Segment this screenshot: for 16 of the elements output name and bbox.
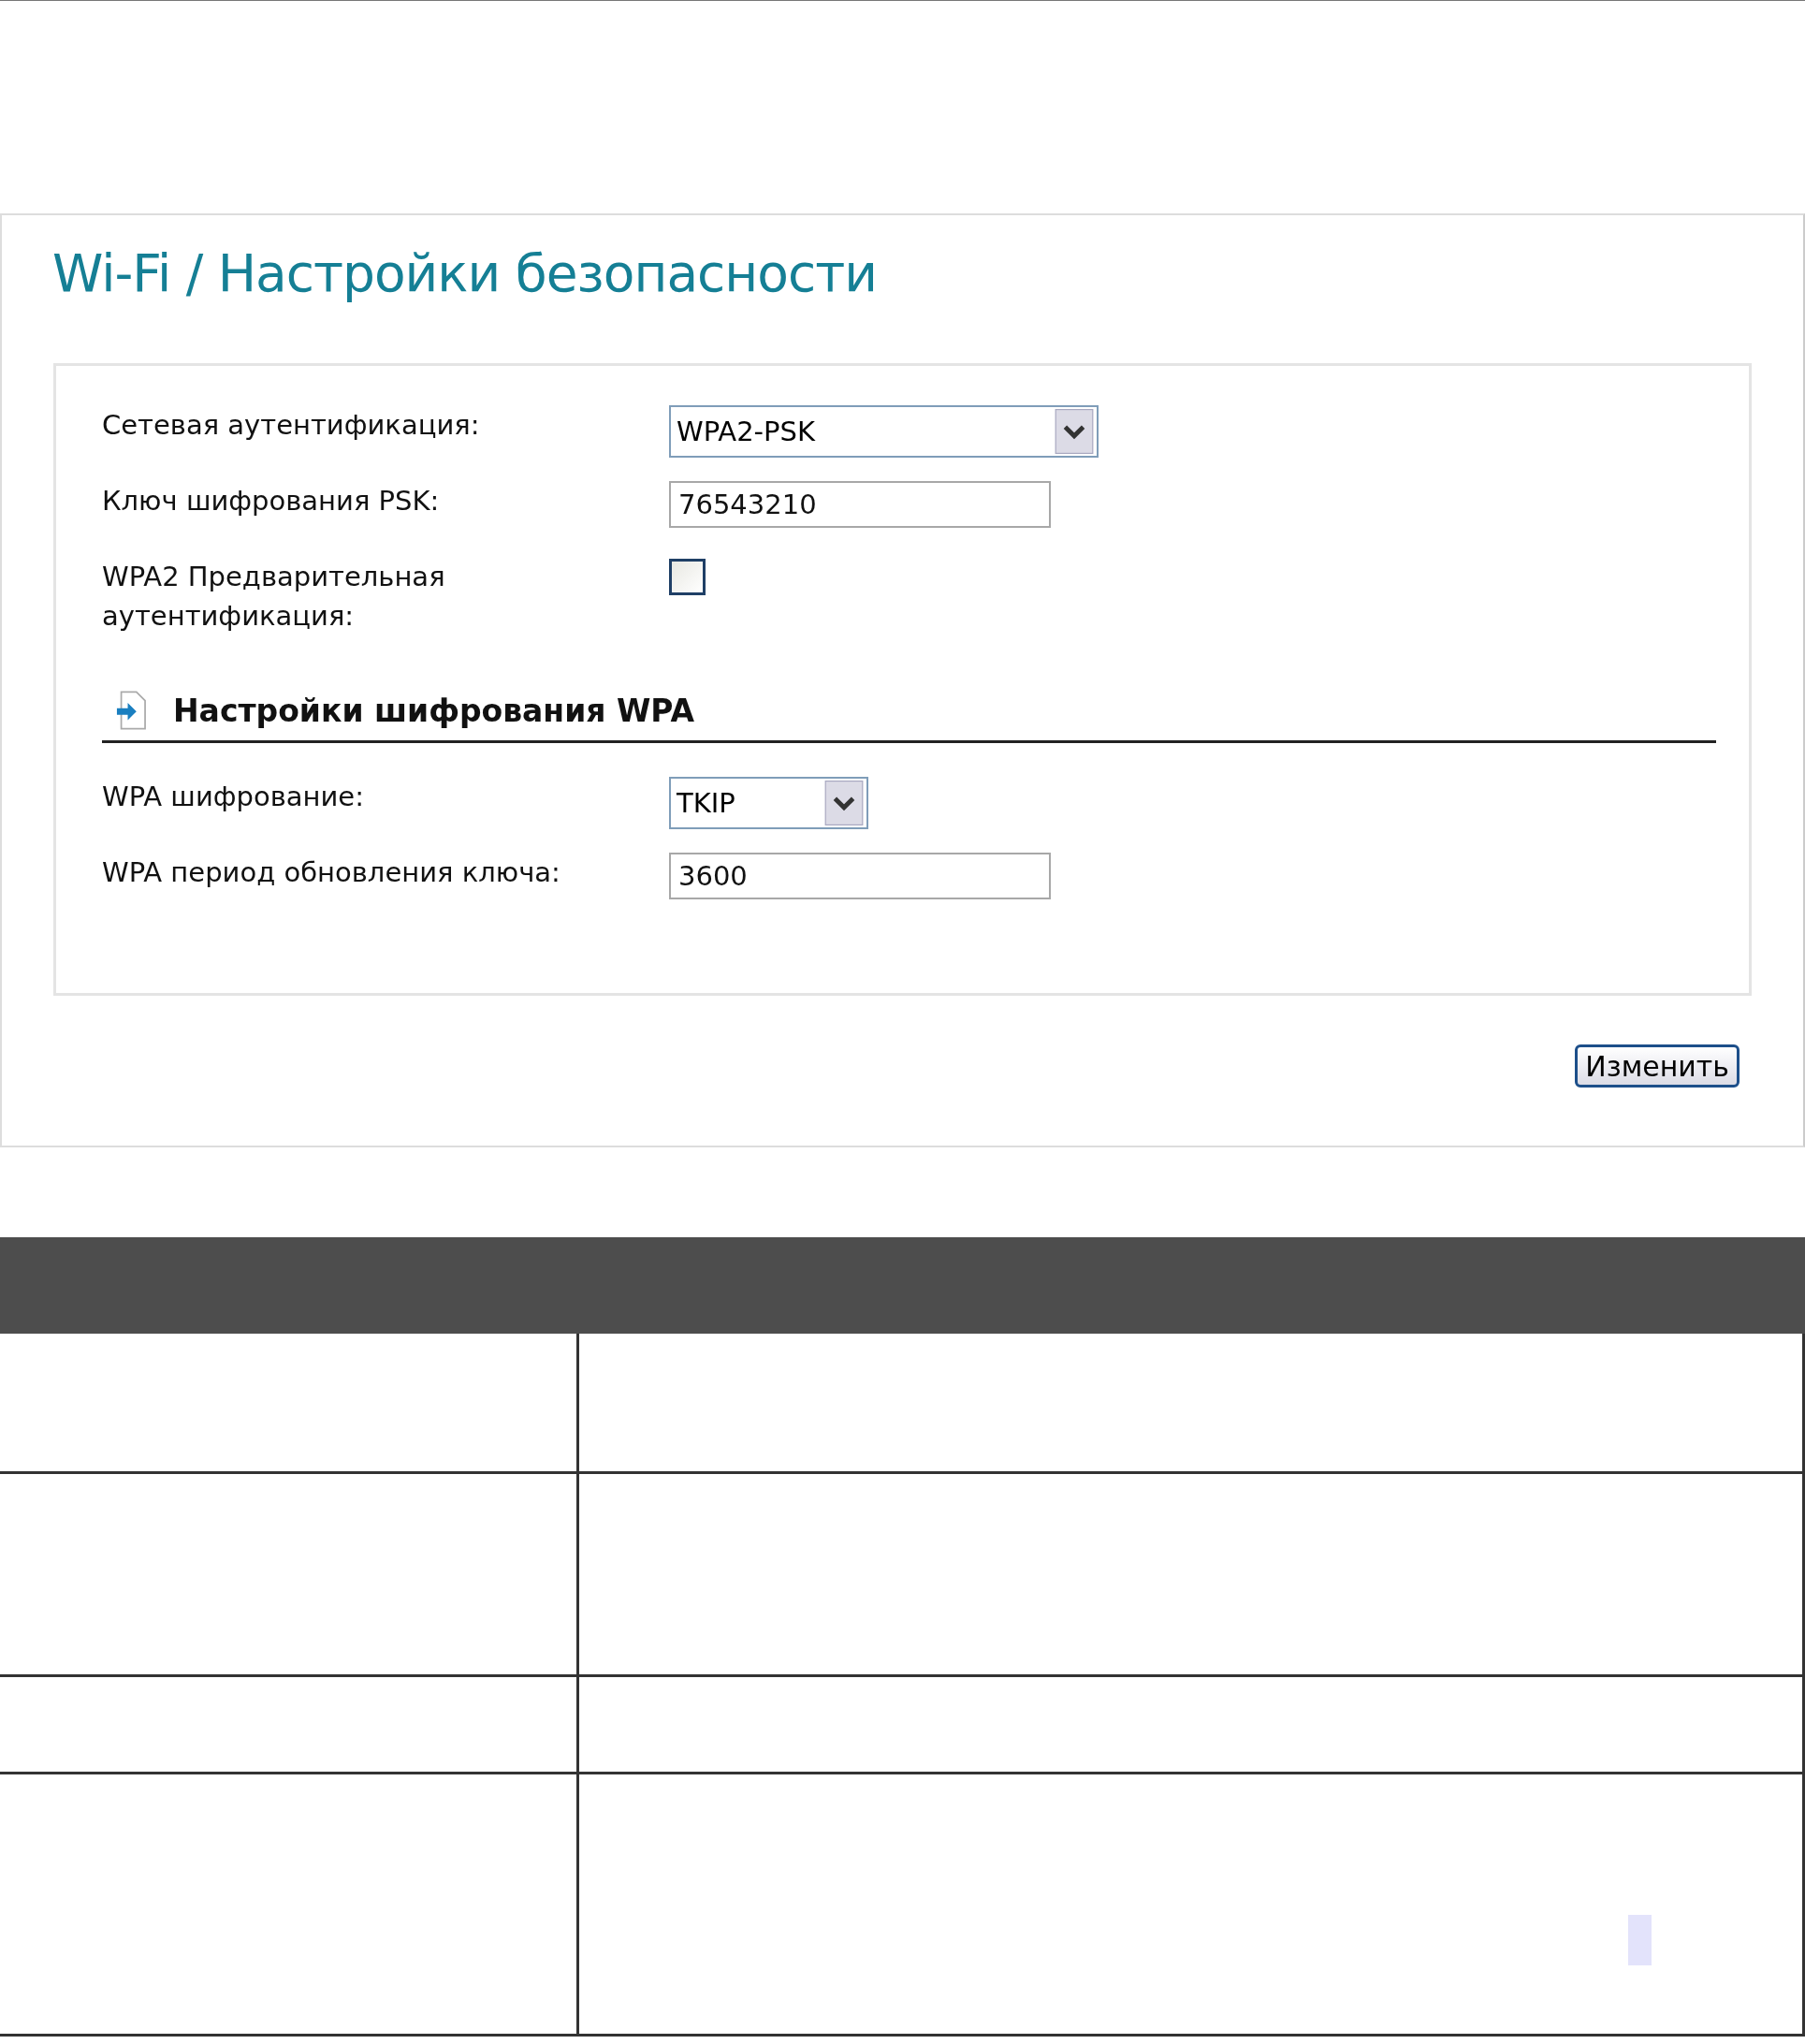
change-button[interactable]: Изменить: [1575, 1044, 1739, 1088]
field-label: WPA2 Предварительная аутентификация:: [102, 560, 446, 634]
field-label: Сетевая аутентификация:: [102, 408, 481, 443]
chevron-down-icon: [1054, 409, 1095, 454]
dropdown[interactable]: TKIP: [669, 777, 868, 829]
checkbox[interactable]: [669, 559, 706, 595]
input-field[interactable]: 76543210: [669, 481, 1051, 528]
field-label: WPA шифрование:: [102, 780, 365, 814]
field-label: Ключ шифрования PSK:: [102, 484, 441, 518]
dropdown[interactable]: WPA2-PSK: [669, 405, 1099, 458]
input-field[interactable]: 3600: [669, 853, 1051, 899]
page-title: Wi-Fi / Настройки безопасности: [51, 242, 878, 305]
section-title: Настройки шифрования WPA: [173, 692, 695, 729]
field-label: WPA период обновления ключа:: [102, 855, 561, 890]
chevron-down-icon: [823, 781, 865, 825]
selection-mark: [1628, 1915, 1652, 1965]
